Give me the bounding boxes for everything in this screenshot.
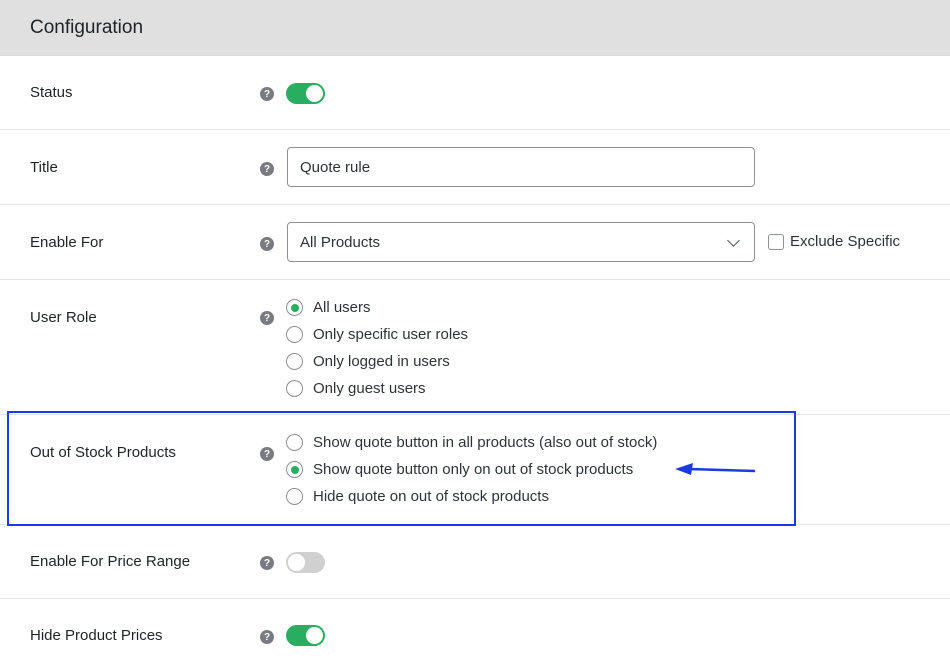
radio-label: All users xyxy=(313,299,371,316)
row-hide-prices: Hide Product Prices ? xyxy=(0,599,950,670)
radio-label: Only specific user roles xyxy=(313,326,469,343)
price-range-label: Enable For Price Range xyxy=(30,553,191,570)
row-status: Status ? xyxy=(0,56,950,130)
hide-prices-label: Hide Product Prices xyxy=(30,627,163,644)
question-circle-icon[interactable]: ? xyxy=(260,630,274,644)
toggle-knob xyxy=(306,627,323,644)
select-value: All Products xyxy=(300,233,381,251)
title-input[interactable] xyxy=(287,147,755,187)
radio-option[interactable]: Only logged in users xyxy=(286,348,468,375)
exclude-specific-option[interactable]: Exclude Specific xyxy=(768,233,900,250)
radio-button[interactable] xyxy=(286,299,303,316)
price-range-toggle[interactable] xyxy=(286,552,325,573)
row-user-role: User Role ? All users Only specific user… xyxy=(0,280,950,415)
radio-button[interactable] xyxy=(286,326,303,343)
status-toggle[interactable] xyxy=(286,83,325,104)
user-role-radio-group: All users Only specific user roles Only … xyxy=(286,294,468,402)
user-role-label: User Role xyxy=(30,309,97,326)
exclude-specific-checkbox[interactable] xyxy=(768,233,784,250)
row-price-range: Enable For Price Range ? xyxy=(0,525,950,599)
title-label: Title xyxy=(30,159,58,176)
toggle-knob xyxy=(306,85,323,102)
config-header: Configuration xyxy=(0,0,950,56)
row-enable-for: Enable For ? All Products Exclude Specif… xyxy=(0,205,950,280)
annotation-arrow-icon xyxy=(675,463,756,475)
row-title: Title ? xyxy=(0,130,950,205)
toggle-knob xyxy=(288,554,305,571)
radio-button[interactable] xyxy=(286,380,303,397)
chevron-down-icon xyxy=(727,233,740,247)
radio-button[interactable] xyxy=(286,353,303,370)
enable-for-select[interactable]: All Products xyxy=(287,222,755,262)
question-circle-icon[interactable]: ? xyxy=(260,87,274,101)
enable-for-label: Enable For xyxy=(30,234,104,251)
exclude-specific-label: Exclude Specific xyxy=(790,233,901,250)
question-circle-icon[interactable]: ? xyxy=(260,311,274,325)
question-circle-icon[interactable]: ? xyxy=(260,162,274,176)
radio-label: Only logged in users xyxy=(313,353,450,370)
radio-label: Only guest users xyxy=(313,380,426,397)
hide-prices-toggle[interactable] xyxy=(286,625,325,646)
page-title: Configuration xyxy=(30,16,144,38)
radio-option[interactable]: Only specific user roles xyxy=(286,321,468,348)
radio-option[interactable]: All users xyxy=(286,294,468,321)
radio-option[interactable]: Only guest users xyxy=(286,375,468,402)
question-circle-icon[interactable]: ? xyxy=(260,237,274,251)
status-label: Status xyxy=(30,84,73,101)
question-circle-icon[interactable]: ? xyxy=(260,556,274,570)
